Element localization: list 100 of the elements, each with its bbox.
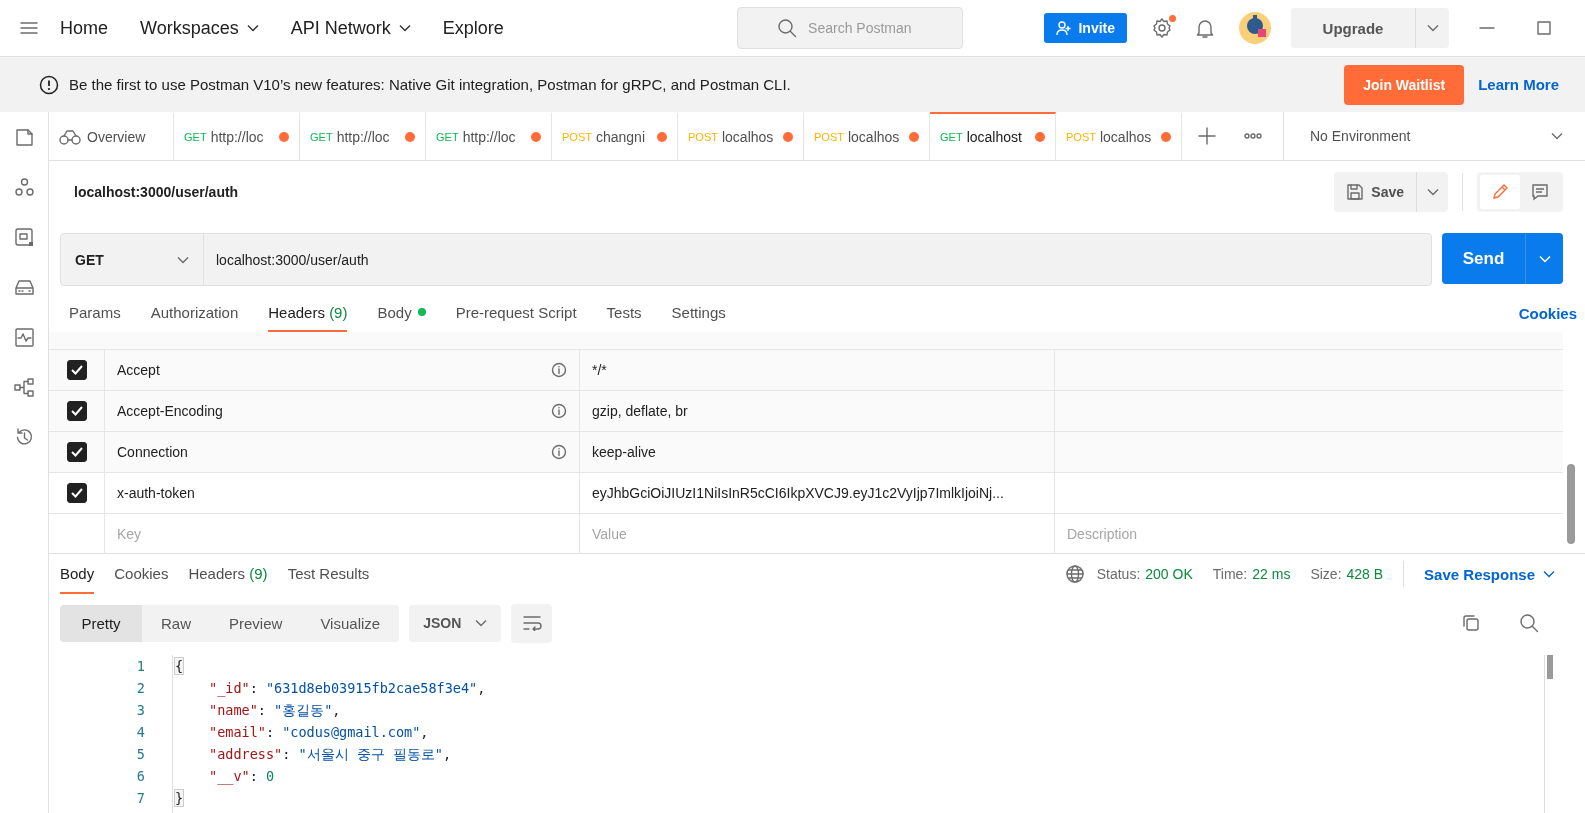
- search-icon[interactable]: [1519, 613, 1539, 633]
- caret-icon[interactable]: [1426, 188, 1439, 196]
- environment-dropdown[interactable]: No Environment: [1284, 112, 1585, 160]
- menu-icon[interactable]: [20, 21, 38, 35]
- meta-label: Time:: [1212, 566, 1248, 582]
- response-tab[interactable]: Headers (9): [188, 554, 268, 594]
- alert-icon[interactable]: [39, 74, 59, 95]
- response-tab[interactable]: Test Results: [287, 554, 370, 594]
- settings-icon[interactable]: [1151, 17, 1173, 39]
- header-value: */*: [592, 362, 607, 378]
- info-icon[interactable]: [551, 362, 567, 378]
- url-field[interactable]: localhost:3000/user/auth: [204, 234, 1431, 285]
- method-label: GET: [184, 131, 207, 143]
- tab-title: http://loc: [210, 129, 264, 145]
- scrollbar-thumb[interactable]: [1567, 464, 1575, 544]
- copy-icon[interactable]: [1461, 613, 1481, 633]
- request-option-tab[interactable]: Authorization: [150, 294, 239, 332]
- pencil-icon: [1491, 183, 1509, 201]
- apis-icon[interactable]: [13, 177, 35, 198]
- meta-label: Size:: [1310, 566, 1342, 582]
- flows-icon[interactable]: [13, 377, 35, 398]
- scrollbar-thumb[interactable]: [1547, 655, 1553, 679]
- request-option-tab[interactable]: Body: [377, 294, 426, 332]
- meta-value: 200 OK: [1145, 566, 1193, 582]
- maximize-icon[interactable]: [1537, 21, 1551, 35]
- line-number: 7: [135, 789, 145, 808]
- view-mode-tab[interactable]: Preview: [210, 604, 302, 642]
- tab-title: changni: [595, 129, 645, 145]
- meta-value: 428 B: [1346, 566, 1384, 582]
- request-title: localhost:3000/user/auth: [74, 184, 239, 200]
- request-option-tab[interactable]: Pre-request Script: [455, 294, 577, 332]
- collections-icon[interactable]: [13, 127, 35, 148]
- save-icon[interactable]: [1346, 183, 1365, 201]
- response-tab[interactable]: Cookies: [114, 554, 169, 594]
- method-label: POST: [814, 131, 844, 143]
- request-tab[interactable]: GET localhost: [930, 112, 1056, 160]
- code-line: "_id": "631d8eb03915fb2cae58f3e4",: [208, 679, 486, 699]
- key-field[interactable]: Key: [117, 526, 567, 542]
- save-response-button[interactable]: Save Response: [1424, 554, 1555, 594]
- line-number: 6: [135, 767, 145, 786]
- monitor-icon[interactable]: [13, 327, 35, 348]
- code-line: "address": "서울시 중구 필동로",: [208, 745, 452, 764]
- wrap-lines-icon[interactable]: [521, 615, 542, 631]
- more-icon[interactable]: [1244, 133, 1262, 139]
- caret-icon[interactable]: [177, 255, 189, 264]
- caret-icon[interactable]: [398, 24, 411, 32]
- value-field[interactable]: Value: [592, 526, 1042, 542]
- url-bar[interactable]: GET localhost:3000/user/auth: [60, 233, 1432, 286]
- globe-icon[interactable]: [1064, 564, 1085, 584]
- meta-value: 22 ms: [1252, 566, 1291, 582]
- line-number: 2: [135, 679, 145, 698]
- request-option-tab[interactable]: Settings: [671, 294, 726, 332]
- search-icon[interactable]: [777, 18, 798, 38]
- tab-title: localhos: [721, 129, 774, 145]
- caret-icon[interactable]: [1426, 24, 1439, 32]
- header-key: Accept-Encoding: [117, 403, 223, 419]
- response-tab[interactable]: Body: [60, 554, 95, 594]
- view-mode-tab[interactable]: Pretty: [60, 604, 142, 642]
- learn-more-link[interactable]: Learn More: [1478, 76, 1559, 93]
- binoculars-icon[interactable]: [59, 129, 81, 145]
- environment-icon[interactable]: [13, 227, 35, 248]
- caret-icon[interactable]: [1551, 132, 1563, 140]
- request-option-tab[interactable]: Params: [69, 294, 121, 332]
- cookies-link[interactable]: Cookies: [1518, 304, 1577, 322]
- nav-menu-item[interactable]: Workspaces: [140, 17, 259, 39]
- caret-icon[interactable]: [246, 24, 259, 32]
- invite-button[interactable]: Invite: [1044, 13, 1127, 43]
- server-icon[interactable]: [13, 277, 35, 298]
- caret-icon[interactable]: [475, 619, 488, 627]
- bell-icon[interactable]: [1195, 17, 1215, 39]
- banner-message: Be the first to use Postman V10’s new features: Native Git integration, Postman for gRPC, and Postman CLI.: [69, 76, 791, 93]
- nav-menu-item[interactable]: Home: [60, 17, 108, 39]
- tab-title: localhos: [847, 129, 900, 145]
- format-dropdown[interactable]: JSON: [409, 604, 502, 642]
- line-number: 1: [135, 657, 145, 676]
- wrap-button[interactable]: [511, 603, 553, 643]
- request-option-tab[interactable]: Tests: [606, 294, 642, 332]
- search-field[interactable]: Search Postman: [737, 7, 964, 49]
- header-key: Connection: [117, 444, 188, 460]
- description-field[interactable]: Description: [1067, 526, 1551, 542]
- view-mode-tab[interactable]: Raw: [142, 604, 210, 642]
- meta-label: Status:: [1096, 566, 1141, 582]
- caret-icon[interactable]: [1543, 570, 1555, 578]
- nav-menu-item[interactable]: Explore: [442, 17, 504, 39]
- tab-title: localhost: [966, 129, 1022, 145]
- line-number: 4: [135, 723, 145, 742]
- info-icon[interactable]: [551, 403, 567, 419]
- view-mode-tab[interactable]: Visualize: [301, 604, 400, 642]
- mode-button[interactable]: [1480, 175, 1520, 209]
- nav-menu-item[interactable]: API Network: [290, 17, 411, 39]
- line-number: 5: [135, 745, 145, 764]
- method-label: POST: [1066, 131, 1096, 143]
- add-tab-icon[interactable]: [1198, 127, 1216, 145]
- info-icon[interactable]: [551, 444, 567, 460]
- method-label: GET: [940, 131, 963, 143]
- header-value: keep-alive: [592, 444, 656, 460]
- add-user-icon[interactable]: [1056, 20, 1073, 36]
- header-value: eyJhbGciOiJIUzI1NiIsInR5cCI6IkpXVCJ9.eyJ1c2VyIjp7ImlkIjoiNj...: [592, 485, 1004, 501]
- method-dropdown[interactable]: GET: [61, 234, 204, 285]
- avatar-icon[interactable]: [1239, 12, 1271, 44]
